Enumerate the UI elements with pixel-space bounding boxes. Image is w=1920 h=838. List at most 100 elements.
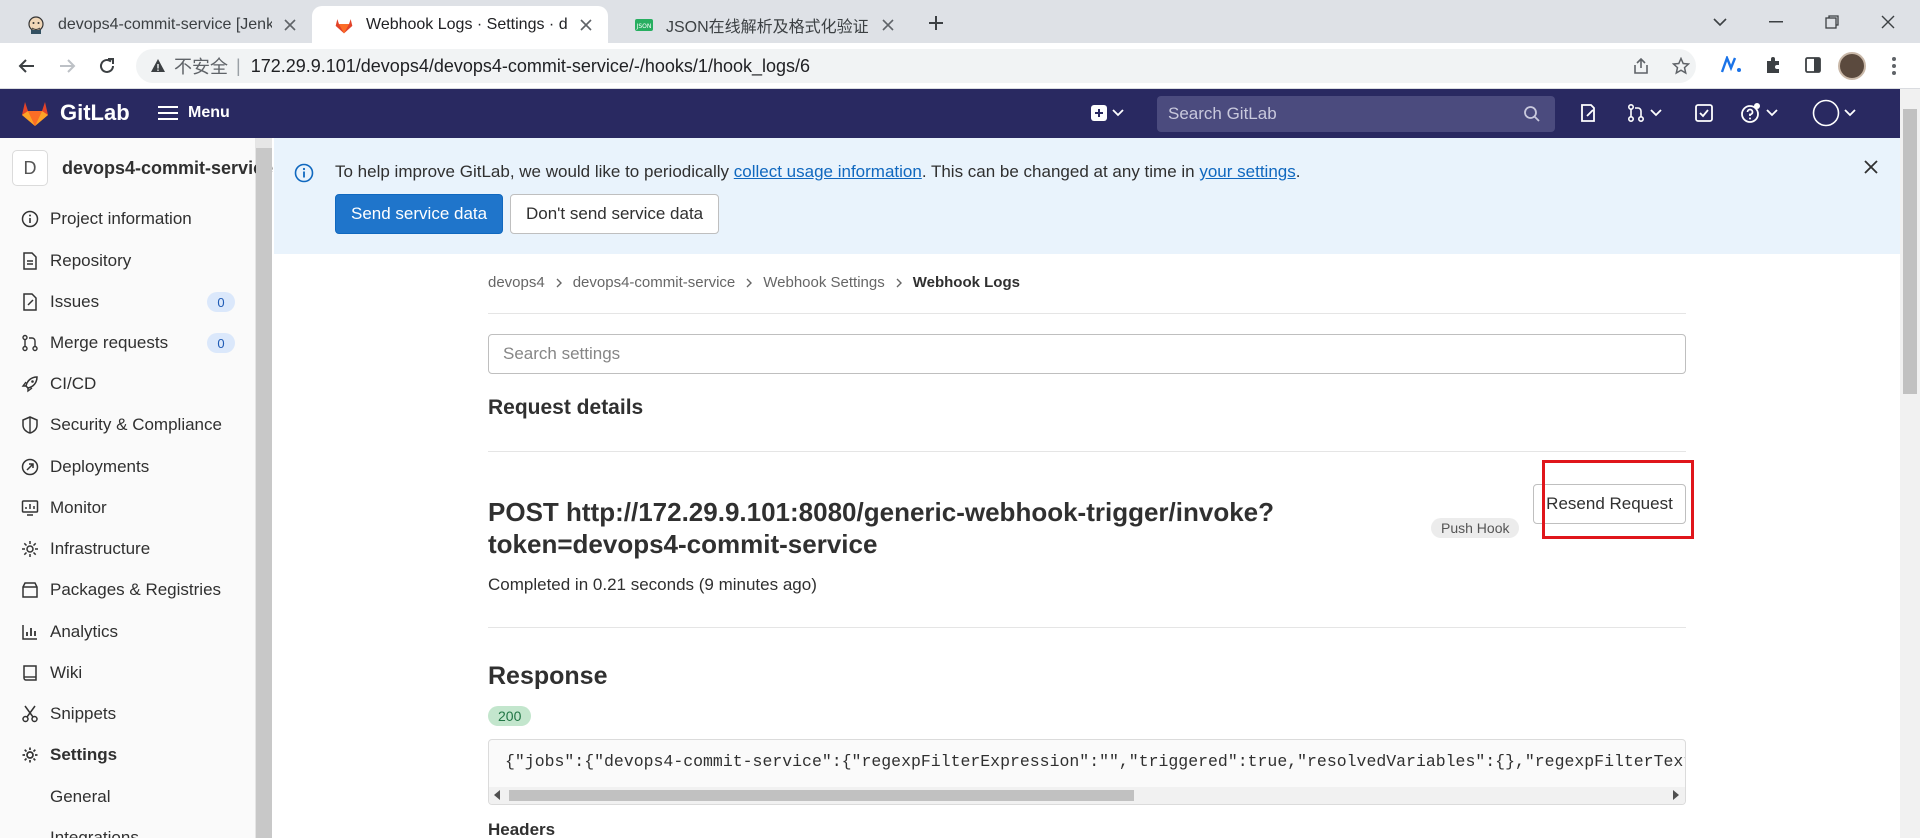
- scroll-right-icon[interactable]: [1673, 790, 1679, 800]
- warning-icon: [150, 58, 166, 74]
- gitlab-home-link[interactable]: GitLab: [20, 99, 130, 127]
- back-arrow-icon[interactable]: [12, 51, 42, 81]
- gitlab-icon: [334, 15, 354, 35]
- sidebar-project-link[interactable]: D devops4-commit-service: [12, 150, 273, 186]
- extensions-puzzle-icon[interactable]: [1758, 50, 1788, 80]
- chart-icon: [20, 622, 40, 642]
- sidebar-item-label: Deployments: [50, 457, 150, 476]
- chevron-down-icon: [1112, 109, 1124, 117]
- breadcrumb-item[interactable]: Webhook Settings: [763, 274, 884, 291]
- sidebar-subitem-integrations[interactable]: Integrations: [50, 828, 139, 838]
- breadcrumb-current[interactable]: Webhook Logs: [913, 274, 1020, 291]
- sidebar-item-label: Settings: [50, 745, 118, 764]
- close-banner-icon[interactable]: [1864, 160, 1878, 174]
- jenkins-icon: [26, 15, 46, 35]
- search-icon: [1523, 105, 1541, 123]
- reload-icon[interactable]: [92, 51, 122, 81]
- close-tab-icon[interactable]: [576, 15, 596, 35]
- breadcrumb: devops4 devops4-commit-service Webhook S…: [488, 274, 1020, 291]
- info-icon: [294, 163, 314, 183]
- highlight-annotation: [1542, 460, 1694, 539]
- issues-count-badge: 0: [207, 292, 235, 312]
- chrome-menu-icon[interactable]: [1884, 52, 1904, 80]
- banner-text: .: [1295, 162, 1301, 181]
- chevron-down-icon: [1650, 109, 1662, 117]
- sidebar-item-label: Project information: [50, 209, 192, 228]
- close-tab-icon[interactable]: [280, 15, 300, 35]
- search-gitlab-input[interactable]: Search GitLab: [1157, 96, 1555, 132]
- close-window-icon[interactable]: [1860, 0, 1916, 43]
- sidebar-item-deployments[interactable]: Deployments: [0, 451, 256, 483]
- page-scrollbar[interactable]: [1900, 89, 1920, 838]
- breadcrumb-item[interactable]: devops4: [488, 274, 545, 291]
- new-item-dropdown[interactable]: [1090, 99, 1124, 127]
- sidebar-item-label: Snippets: [50, 704, 117, 723]
- sidebar-scrollbar[interactable]: [256, 138, 272, 838]
- collect-usage-link[interactable]: collect usage information: [734, 162, 922, 181]
- menu-button[interactable]: Menu: [158, 99, 230, 127]
- sidebar-item-packages-registries[interactable]: Packages & Registries: [0, 574, 256, 606]
- sidebar-scrollbar-thumb[interactable]: [256, 148, 272, 838]
- forward-arrow-icon[interactable]: [52, 51, 82, 81]
- send-service-data-button[interactable]: Send service data: [335, 194, 504, 234]
- browser-toolbar: 不安全 | 172.29.9.101/devops4/devops4-commi…: [0, 43, 1920, 89]
- json-icon: JSON: [634, 15, 654, 35]
- merge-requests-nav-dropdown[interactable]: [1626, 99, 1662, 127]
- scroll-left-icon[interactable]: [494, 790, 500, 800]
- sidebar-item-label: Issues: [50, 292, 100, 311]
- todos-icon[interactable]: [1694, 99, 1714, 127]
- sidebar-subitem-general[interactable]: General: [50, 787, 110, 807]
- side-panel-icon[interactable]: [1798, 50, 1828, 80]
- sidebar-item-label: Wiki: [50, 663, 83, 682]
- sidebar-item-issues[interactable]: Issues 0: [0, 286, 256, 318]
- issues-nav-icon[interactable]: [1578, 99, 1598, 127]
- user-menu-dropdown[interactable]: [1812, 99, 1856, 127]
- response-heading: Response: [488, 662, 608, 690]
- sidebar-item-snippets[interactable]: Snippets: [0, 698, 256, 730]
- sidebar-item-ci-cd[interactable]: CI/CD: [0, 368, 256, 400]
- project-avatar: D: [12, 150, 48, 186]
- banner-text: To help improve GitLab, we would like to…: [335, 162, 734, 181]
- new-tab-button[interactable]: [922, 9, 950, 37]
- sidebar-item-infrastructure[interactable]: Infrastructure: [0, 533, 256, 565]
- response-body-code[interactable]: {"jobs":{"devops4-commit-service":{"rege…: [488, 739, 1686, 805]
- help-dropdown[interactable]: [1740, 99, 1778, 127]
- tab-search-chevron-icon[interactable]: [1692, 0, 1748, 43]
- sidebar-item-merge-requests[interactable]: Merge requests 0: [0, 327, 256, 359]
- code-horizontal-scrollbar[interactable]: [489, 787, 1685, 804]
- restore-icon[interactable]: [1804, 0, 1860, 43]
- close-tab-icon[interactable]: [878, 15, 898, 35]
- browser-tab-json[interactable]: JSON JSON在线解析及格式化验证 - JSON: [612, 6, 910, 43]
- book-icon: [20, 663, 40, 683]
- banner-text: . This can be changed at any time in: [921, 162, 1200, 181]
- sidebar-item-project-information[interactable]: Project information: [0, 203, 256, 235]
- extension-n-icon[interactable]: [1716, 50, 1746, 80]
- project-name: devops4-commit-service: [62, 157, 274, 178]
- your-settings-link[interactable]: your settings: [1199, 162, 1295, 181]
- browser-tab-webhook-logs[interactable]: Webhook Logs · Settings · devops4: [312, 6, 608, 43]
- share-icon[interactable]: [1626, 49, 1656, 83]
- code-scrollbar-thumb[interactable]: [509, 790, 1134, 801]
- bookmark-star-icon[interactable]: [1666, 49, 1696, 83]
- response-body-text: {"jobs":{"devops4-commit-service":{"rege…: [505, 752, 1686, 771]
- sidebar-item-analytics[interactable]: Analytics: [0, 616, 256, 648]
- minimize-icon[interactable]: [1748, 0, 1804, 43]
- sidebar-item-repository[interactable]: Repository: [0, 245, 256, 277]
- profile-avatar[interactable]: [1838, 52, 1866, 80]
- sidebar-item-settings[interactable]: Settings: [0, 739, 256, 771]
- insecure-label: 不安全: [174, 57, 228, 77]
- address-bar[interactable]: 不安全 | 172.29.9.101/devops4/devops4-commi…: [136, 49, 1696, 83]
- plus-square-icon: [1090, 104, 1108, 122]
- breadcrumb-item[interactable]: devops4-commit-service: [573, 274, 736, 291]
- search-settings-input[interactable]: Search settings: [488, 334, 1686, 374]
- help-icon: [1740, 102, 1762, 124]
- dont-send-service-data-button[interactable]: Don't send service data: [510, 194, 720, 234]
- sidebar-item-wiki[interactable]: Wiki: [0, 657, 256, 689]
- rocket-icon: [20, 374, 40, 394]
- page-scrollbar-thumb[interactable]: [1903, 109, 1917, 394]
- headers-heading: Headers: [488, 820, 556, 838]
- browser-tab-jenkins[interactable]: devops4-commit-service [Jenkins]: [4, 6, 312, 43]
- sidebar-item-security-compliance[interactable]: Security & Compliance: [0, 409, 256, 441]
- sidebar-item-label: Merge requests: [50, 333, 169, 352]
- sidebar-item-monitor[interactable]: Monitor: [0, 492, 256, 524]
